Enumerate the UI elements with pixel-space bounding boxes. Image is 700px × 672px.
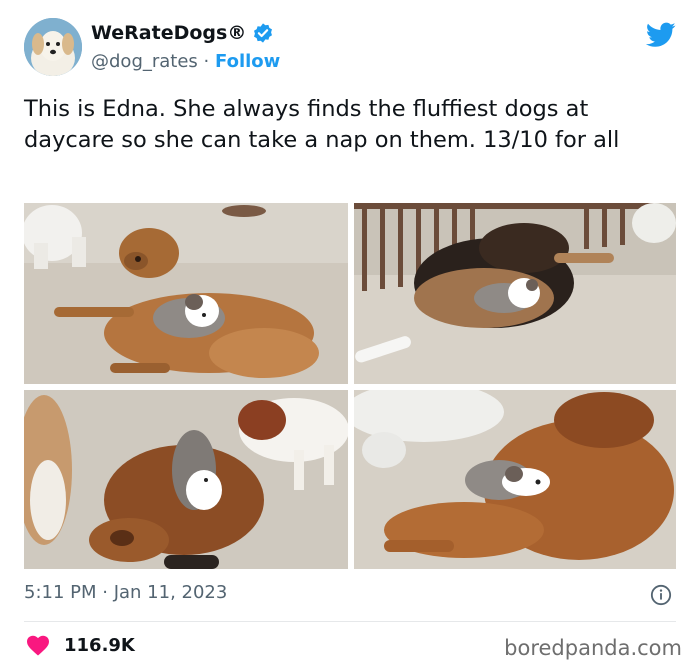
verified-badge-icon <box>254 23 273 43</box>
like-count: 116.9K <box>64 634 135 656</box>
avatar[interactable] <box>24 18 82 76</box>
tweet-text: This is Edna. She always finds the fluff… <box>24 96 620 153</box>
account-name-row: WeRateDogs® <box>91 22 274 44</box>
follow-button[interactable]: Follow <box>215 51 280 72</box>
like-action[interactable]: 116.9K <box>26 634 135 656</box>
divider <box>24 621 676 622</box>
separator-dot: · <box>203 51 210 72</box>
photo-2[interactable] <box>354 203 676 384</box>
tweet-timestamp[interactable]: 5:11 PM · Jan 11, 2023 <box>24 582 227 603</box>
photo-1[interactable] <box>24 203 348 384</box>
watermark: boredpanda.com <box>504 636 682 660</box>
display-name[interactable]: WeRateDogs® <box>91 22 246 44</box>
photo-3[interactable] <box>24 390 348 569</box>
handle-row: @dog_rates · Follow <box>91 51 280 72</box>
heart-icon[interactable] <box>26 634 50 656</box>
twitter-bird-icon[interactable] <box>646 22 676 48</box>
photo-4[interactable] <box>354 390 676 569</box>
info-icon[interactable] <box>650 584 672 606</box>
photo-grid <box>24 203 676 569</box>
account-handle[interactable]: @dog_rates <box>91 51 198 72</box>
